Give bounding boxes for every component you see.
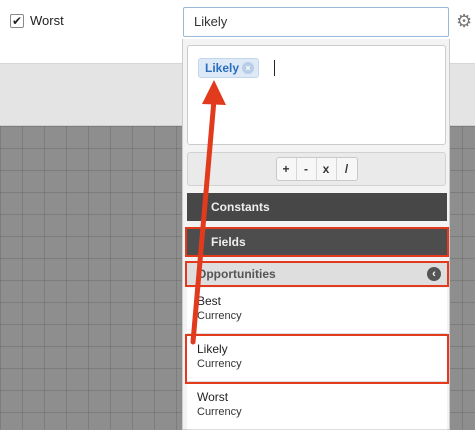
operator-bar: + - x /	[187, 152, 446, 186]
field-type: Currency	[197, 310, 242, 322]
operator-group: + - x /	[275, 157, 358, 181]
multiply-operator-button[interactable]: x	[317, 158, 337, 180]
field-item-likely[interactable]: Likely Currency	[185, 334, 449, 384]
section-opportunities-label: Opportunities	[197, 267, 276, 281]
worst-checkbox-row[interactable]: ✔ Worst	[10, 13, 64, 28]
section-constants[interactable]: Constants	[187, 193, 447, 221]
worst-checkbox-label: Worst	[30, 13, 64, 28]
plus-operator-button[interactable]: +	[277, 158, 297, 180]
divide-operator-button[interactable]: /	[337, 158, 357, 180]
field-name: Likely	[197, 342, 228, 356]
formula-builder-dropdown: Likely × + - x / Constants Fields Opport…	[182, 39, 450, 430]
formula-editor[interactable]: Likely ×	[187, 45, 446, 145]
field-type: Currency	[197, 406, 242, 418]
field-type: Currency	[197, 358, 242, 370]
field-item-best[interactable]: Best Currency	[187, 288, 447, 334]
field-name: Worst	[197, 390, 229, 404]
section-fields[interactable]: Fields	[185, 227, 449, 257]
gear-icon[interactable]: ⚙	[456, 12, 472, 30]
remove-token-icon[interactable]: ×	[242, 62, 255, 74]
field-name: Best	[197, 294, 222, 308]
collapse-icon[interactable]: ‹	[427, 267, 441, 281]
token-label: Likely	[205, 61, 240, 75]
checkbox-icon[interactable]: ✔	[10, 13, 24, 28]
section-opportunities[interactable]: Opportunities ‹	[185, 261, 449, 287]
minus-operator-button[interactable]: -	[297, 158, 317, 180]
field-item-worst[interactable]: Worst Currency	[187, 384, 447, 430]
formula-input[interactable]: Likely	[183, 7, 449, 37]
formula-token[interactable]: Likely ×	[198, 58, 260, 78]
text-caret	[274, 60, 275, 76]
